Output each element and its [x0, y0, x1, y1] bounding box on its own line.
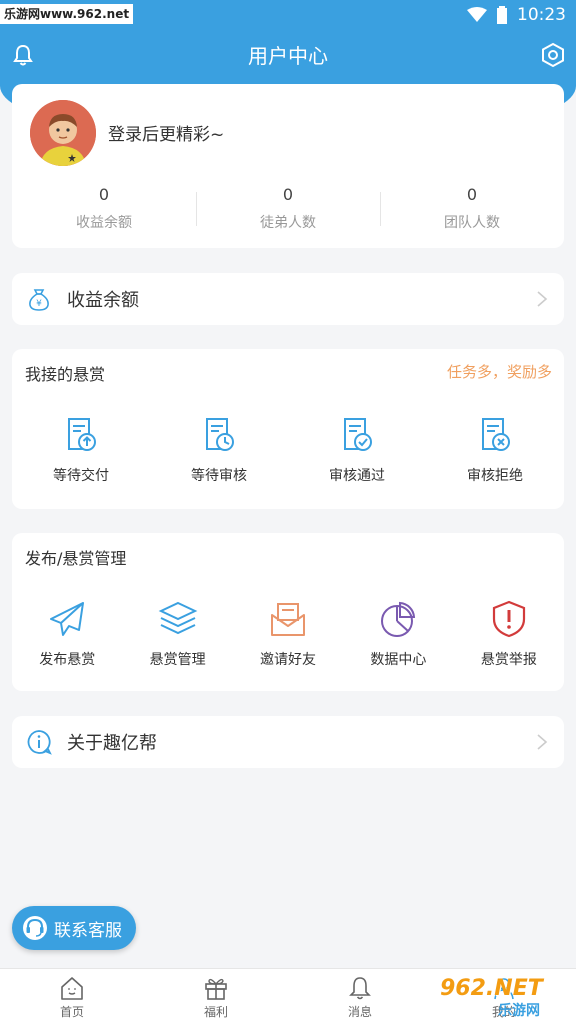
grid-label: 悬赏举报 [480, 652, 537, 668]
grid-item-pending-delivery[interactable]: 等待交付 [12, 415, 150, 485]
grid-item-reward-management[interactable]: 悬赏管理 [122, 599, 232, 669]
stat-label: 徒弟人数 [260, 215, 316, 231]
grid-label: 审核通过 [329, 468, 385, 484]
tab-label: 首页 [59, 1005, 84, 1019]
stat-team[interactable]: 0 团队人数 [380, 184, 564, 240]
grid-item-publish-reward[interactable]: 发布悬赏 [12, 599, 122, 669]
balance-label: 收益余额 [67, 290, 139, 311]
my-rewards-section: 我接的悬赏 任务多，奖励多 等待交付 等待审核 审核通过 审核拒绝 [12, 349, 564, 509]
app-header: 用户中心 [0, 30, 576, 82]
balance-row[interactable]: ¥ 收益余额 [12, 273, 564, 325]
section-title: 我接的悬赏 [25, 365, 106, 384]
wifi-icon [467, 7, 487, 22]
stat-apprentices[interactable]: 0 徒弟人数 [196, 184, 380, 240]
battery-icon [497, 6, 507, 24]
grid-label: 悬赏管理 [149, 652, 206, 668]
paper-plane-icon [50, 602, 85, 636]
grid-item-invite-friends[interactable]: 邀请好友 [233, 599, 343, 669]
login-prompt[interactable]: 登录后更精彩~ [108, 120, 224, 145]
gift-icon [205, 978, 227, 1000]
about-row[interactable]: 关于趣亿帮 [12, 716, 564, 768]
grid-label: 邀请好友 [260, 652, 317, 668]
stat-value: 0 [282, 185, 294, 204]
settings-icon[interactable] [540, 42, 566, 68]
bottom-tab-bar: 首页 福利 消息 我的 962.NET 乐游网 [0, 968, 576, 1024]
rewards-grid: 等待交付 等待审核 审核通过 审核拒绝 [12, 415, 564, 485]
stat-label: 收益余额 [76, 215, 132, 231]
grid-label: 等待审核 [191, 468, 247, 484]
grid-label: 审核拒绝 [467, 468, 523, 484]
user-stats: 0 收益余额 0 徒弟人数 0 团队人数 [12, 184, 564, 240]
stat-label: 团队人数 [444, 215, 500, 231]
doc-check-icon [344, 418, 372, 451]
grid-item-data-center[interactable]: 数据中心 [343, 599, 453, 669]
publish-grid: 发布悬赏 悬赏管理 邀请好友 数据中心 悬赏举报 [12, 599, 564, 669]
contact-support-button[interactable]: 联系客服 [12, 906, 136, 950]
tab-home[interactable]: 首页 [0, 969, 144, 1024]
tab-messages[interactable]: 消息 [288, 969, 432, 1024]
home-icon [61, 977, 83, 1000]
doc-reject-icon [482, 418, 510, 451]
grid-label: 发布悬赏 [39, 652, 96, 668]
publish-section: 发布/悬赏管理 发布悬赏 悬赏管理 邀请好友 数据中心 悬赏举报 [12, 533, 564, 691]
status-indicators: 10:23 [467, 3, 566, 27]
bell-icon [349, 977, 371, 1000]
headset-icon [23, 916, 47, 940]
pie-chart-icon [381, 601, 416, 637]
info-icon [27, 730, 52, 755]
watermark-logo: 962.NET 乐游网 [440, 976, 570, 1020]
layers-icon [158, 601, 197, 635]
tab-label: 消息 [347, 1005, 372, 1019]
svg-text:¥: ¥ [36, 299, 42, 309]
avatar[interactable] [30, 100, 96, 166]
grid-item-approved[interactable]: 审核通过 [288, 415, 426, 485]
chevron-right-icon [537, 734, 548, 750]
stat-value: 0 [98, 185, 110, 204]
section-title: 发布/悬赏管理 [25, 549, 127, 568]
watermark-brand: 962.NET [440, 976, 543, 1001]
status-bar: 乐游网www.962.net 10:23 [0, 0, 576, 30]
about-label: 关于趣亿帮 [67, 733, 157, 754]
page-title: 用户中心 [248, 44, 328, 68]
status-time: 10:23 [517, 5, 566, 25]
envelope-icon [271, 603, 306, 636]
tab-welfare[interactable]: 福利 [144, 969, 288, 1024]
grid-item-pending-review[interactable]: 等待审核 [150, 415, 288, 485]
contact-label: 联系客服 [54, 920, 122, 941]
avatar-image [30, 100, 96, 166]
grid-label: 等待交付 [53, 468, 109, 484]
doc-upload-icon [68, 418, 96, 451]
stat-balance[interactable]: 0 收益余额 [12, 184, 196, 240]
grid-label: 数据中心 [370, 652, 427, 668]
chevron-right-icon [537, 291, 548, 307]
section-promo[interactable]: 任务多，奖励多 [447, 361, 552, 382]
watermark-brand-sub: 乐游网 [498, 1003, 540, 1019]
doc-clock-icon [206, 418, 234, 451]
watermark-text: 乐游网www.962.net [0, 4, 134, 24]
grid-item-rejected[interactable]: 审核拒绝 [426, 415, 564, 485]
user-card: 登录后更精彩~ 0 收益余额 0 徒弟人数 0 团队人数 [12, 84, 564, 248]
stat-value: 0 [466, 185, 478, 204]
shield-alert-icon [492, 600, 525, 638]
grid-item-report-reward[interactable]: 悬赏举报 [454, 599, 564, 669]
tab-label: 福利 [203, 1005, 228, 1019]
money-bag-icon: ¥ [29, 289, 49, 311]
